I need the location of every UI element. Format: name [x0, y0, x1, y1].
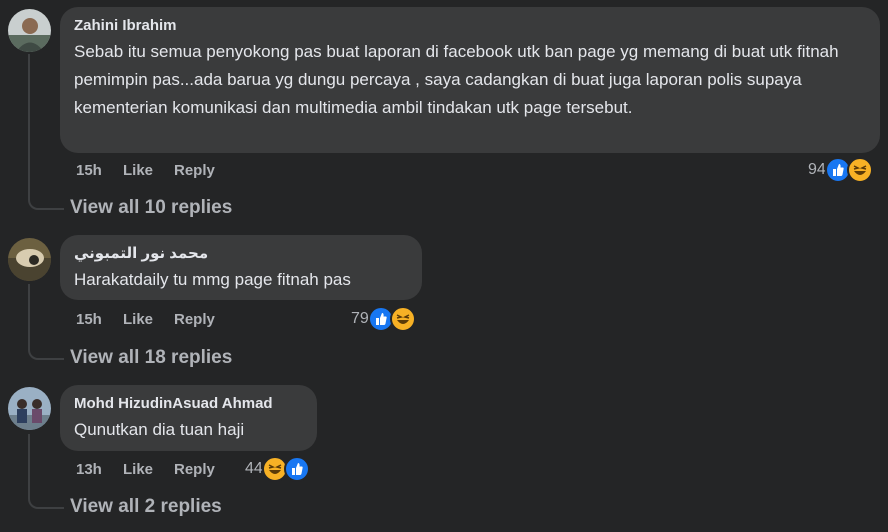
like-button[interactable]: Like	[123, 161, 153, 181]
view-replies-link[interactable]: View all 2 replies	[70, 495, 222, 519]
comment-bubble: محمد نور التمبوني Harakatdaily tu mmg pa…	[60, 235, 422, 300]
avatar[interactable]	[8, 387, 51, 430]
avatar[interactable]	[8, 9, 51, 52]
comment-author[interactable]: Zahini Ibrahim	[74, 16, 866, 36]
view-replies-link[interactable]: View all 10 replies	[70, 196, 232, 220]
comment-text: Harakatdaily tu mmg page fitnah pas	[74, 270, 351, 289]
comment-bubble: Zahini Ibrahim Sebab itu semua penyokong…	[60, 7, 880, 153]
comment-bubble: Mohd HizudinAsuad Ahmad Qunutkan dia tua…	[60, 385, 317, 451]
comment-author[interactable]: محمد نور التمبوني	[74, 244, 408, 264]
thread-line	[28, 54, 64, 210]
thread-line	[28, 284, 64, 360]
comment-time[interactable]: 15h	[76, 161, 102, 181]
reaction-count: 79	[351, 310, 369, 327]
like-button[interactable]: Like	[123, 460, 153, 480]
comment-text: Qunutkan dia tuan haji	[74, 420, 245, 439]
comment-text: Sebab itu semua penyokong pas buat lapor…	[74, 42, 839, 117]
reaction-summary[interactable]: 79	[351, 306, 416, 332]
haha-icon	[389, 306, 416, 332]
reply-button[interactable]: Reply	[174, 460, 215, 480]
comment-time[interactable]: 15h	[76, 310, 102, 330]
avatar[interactable]	[8, 238, 51, 281]
like-button[interactable]: Like	[123, 310, 153, 330]
reaction-summary[interactable]: 44	[245, 456, 310, 482]
reaction-count: 94	[808, 161, 826, 178]
view-replies-link[interactable]: View all 18 replies	[70, 346, 232, 370]
comment-time[interactable]: 13h	[76, 460, 102, 480]
reply-button[interactable]: Reply	[174, 310, 215, 330]
like-icon	[283, 456, 310, 482]
reaction-count: 44	[245, 460, 263, 477]
comment-author[interactable]: Mohd HizudinAsuad Ahmad	[74, 394, 303, 414]
reaction-summary[interactable]: 94	[808, 157, 873, 183]
reply-button[interactable]: Reply	[174, 161, 215, 181]
haha-icon	[846, 157, 873, 183]
thread-line	[28, 434, 64, 509]
